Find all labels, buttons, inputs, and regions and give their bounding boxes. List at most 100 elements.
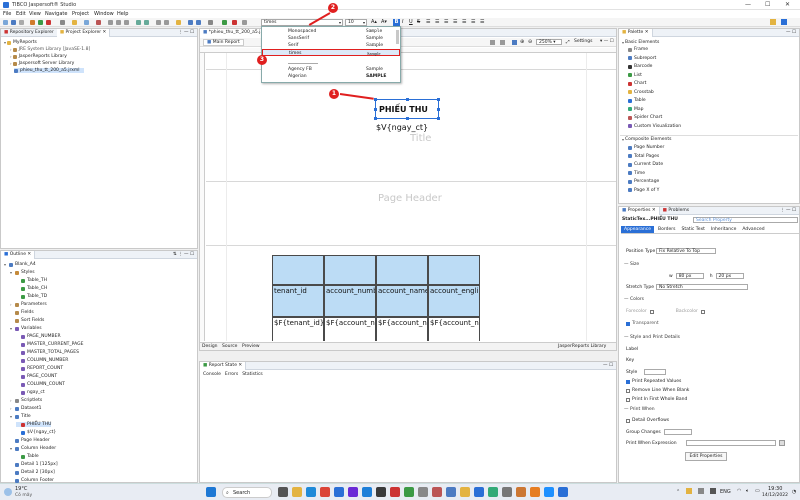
tab-static-text[interactable]: Static Text (679, 226, 706, 233)
terminal-icon[interactable] (376, 487, 386, 497)
outline-item[interactable]: Table (16, 454, 39, 459)
outline-item[interactable]: › Scriptlets (10, 398, 42, 403)
chevron-icon[interactable] (242, 20, 247, 25)
grid-icon[interactable] (208, 20, 213, 25)
table-column-header[interactable]: account_number (324, 285, 376, 317)
section-size[interactable]: — Size (624, 262, 639, 267)
mail-icon[interactable] (334, 487, 344, 497)
chrome-icon[interactable] (320, 487, 330, 497)
text-align-center-icon[interactable]: ☰ (435, 19, 439, 25)
tree-item-myreports[interactable]: ▾ MyReports (4, 40, 37, 45)
menu-navigate[interactable]: Navigate (45, 11, 67, 17)
wizard-icon[interactable] (84, 20, 89, 25)
zoom-out-icon[interactable] (196, 20, 201, 25)
forward-icon[interactable] (164, 20, 169, 25)
transparent-row[interactable]: Transparent (626, 321, 659, 326)
volume-icon[interactable]: 🔈︎ (746, 488, 749, 494)
zoom-combo[interactable]: 250% ▾ (536, 39, 562, 45)
tab-source[interactable]: Source (222, 344, 237, 349)
perspective-icon[interactable] (770, 19, 776, 25)
app-icon-teal[interactable] (488, 487, 498, 497)
tree-toggle-icon[interactable]: › (10, 406, 14, 411)
font-shrink-icon[interactable]: A▾ (381, 19, 387, 25)
vertical-ruler[interactable] (200, 53, 205, 341)
outline-item[interactable]: Detail 2 [30px] (10, 470, 55, 475)
tree-toggle-icon[interactable]: › (10, 302, 14, 307)
outline-item[interactable]: MASTER_TOTAL_PAGES (16, 350, 79, 355)
clock-time[interactable]: 19:30 (768, 486, 782, 492)
valign-top-icon[interactable]: ☰ (462, 19, 466, 25)
underline-icon[interactable]: U (409, 19, 413, 25)
tab-main-report[interactable]: ■ Main Report (203, 39, 244, 46)
stretch-type-combo[interactable]: No Stretch (656, 284, 748, 290)
table-column-header[interactable]: account_name (376, 285, 428, 317)
palette-item[interactable]: Total Pages (628, 154, 659, 159)
palette-item[interactable]: Current Date (628, 162, 663, 167)
resize-handle[interactable] (406, 98, 409, 101)
font-option-agency-fb[interactable]: Agency FB Sample (262, 66, 400, 73)
weather-icon[interactable] (4, 488, 12, 496)
task-view-icon[interactable] (278, 487, 288, 497)
editor-grid-icon[interactable] (490, 40, 495, 45)
report-state-menu-icon[interactable]: — ☐ (603, 363, 616, 368)
print-repeated-row[interactable]: Print Repeated Values (626, 379, 681, 384)
compile-icon[interactable] (30, 20, 35, 25)
debug-icon[interactable] (46, 20, 51, 25)
outline-item[interactable]: ▾ Title (10, 414, 31, 419)
minimize-icon[interactable]: — (745, 1, 751, 8)
settings-button[interactable]: Settings (574, 39, 592, 44)
height-input[interactable]: 20 px (715, 273, 744, 279)
print-first-row[interactable]: Print In First Whole Band (626, 397, 687, 402)
windows-start-icon[interactable] (206, 487, 216, 497)
transparent-checkbox[interactable] (626, 321, 630, 326)
palette-group-basic[interactable]: ▾ Basic Elements (622, 40, 659, 45)
tray-chevron-icon[interactable]: ⌃ (676, 489, 680, 495)
italic-icon[interactable]: I (402, 19, 403, 25)
palette-item[interactable]: Percentage (628, 179, 659, 184)
resize-handle[interactable] (437, 98, 440, 101)
wifi-icon[interactable]: ◠ (737, 488, 741, 494)
width-input[interactable]: 80 px (675, 273, 704, 279)
clock-date[interactable]: 14/12/2022 (762, 493, 788, 498)
back-icon[interactable] (156, 20, 161, 25)
editor-menu-icon[interactable]: ▾ — ☐ (600, 39, 614, 44)
tree-item-jrxml-file[interactable]: phieu_thu_tt_200_a5.jrxml (14, 68, 84, 73)
vscode-icon[interactable] (362, 487, 372, 497)
outline-item[interactable]: Page Header (10, 438, 50, 443)
outline-item[interactable]: Fields (10, 310, 34, 315)
tab-statistics[interactable]: Statistics (242, 372, 263, 377)
outline-item[interactable]: Sort Fields (10, 318, 44, 323)
palette-item[interactable]: Barcode (628, 64, 652, 69)
bold-icon[interactable]: B (393, 19, 400, 26)
outline-item[interactable]: › Parameters (10, 302, 47, 307)
detail-overflows-checkbox[interactable] (626, 418, 630, 423)
jaspersoft-perspective-icon[interactable] (781, 19, 787, 25)
teams-icon[interactable] (348, 487, 358, 497)
editor-zoom-icon[interactable] (512, 40, 517, 45)
print-first-checkbox[interactable] (626, 397, 630, 402)
tab-appearance[interactable]: Appearance (621, 226, 655, 233)
jaspersoft-icon[interactable] (558, 487, 568, 497)
font-option-serif[interactable]: Serif Sample (262, 42, 400, 49)
outline-item[interactable]: ngay_ct (16, 390, 45, 395)
table-detail-cell[interactable]: $F{account_n (376, 317, 428, 341)
palette-item[interactable]: Page Number (628, 145, 664, 150)
app-icon-blue[interactable] (446, 487, 456, 497)
outline-item[interactable]: ▾ Blank_A4 (4, 262, 36, 267)
zoom-in-icon[interactable] (188, 20, 193, 25)
publish-icon[interactable] (72, 20, 77, 25)
app-icon-red[interactable] (390, 487, 400, 497)
font-option-monospaced[interactable]: Monospaced Sample (262, 28, 400, 35)
resize-handle[interactable] (374, 108, 377, 111)
preview-icon[interactable] (60, 20, 65, 25)
weather-temp[interactable]: 19°C (15, 486, 27, 492)
outline-item[interactable]: PHIẾU THU (16, 422, 52, 427)
app-icon-slate[interactable] (502, 487, 512, 497)
font-option-algerian[interactable]: Algerian SAMPLE (262, 73, 400, 80)
outline-item[interactable]: Table_CH (16, 286, 47, 291)
outline-item[interactable]: Table_TH (16, 278, 47, 283)
align-left-icon[interactable] (108, 20, 113, 25)
pdf-icon[interactable] (232, 20, 237, 25)
tray-app-icon[interactable] (698, 488, 704, 494)
language-indicator[interactable]: ENG (720, 489, 731, 495)
